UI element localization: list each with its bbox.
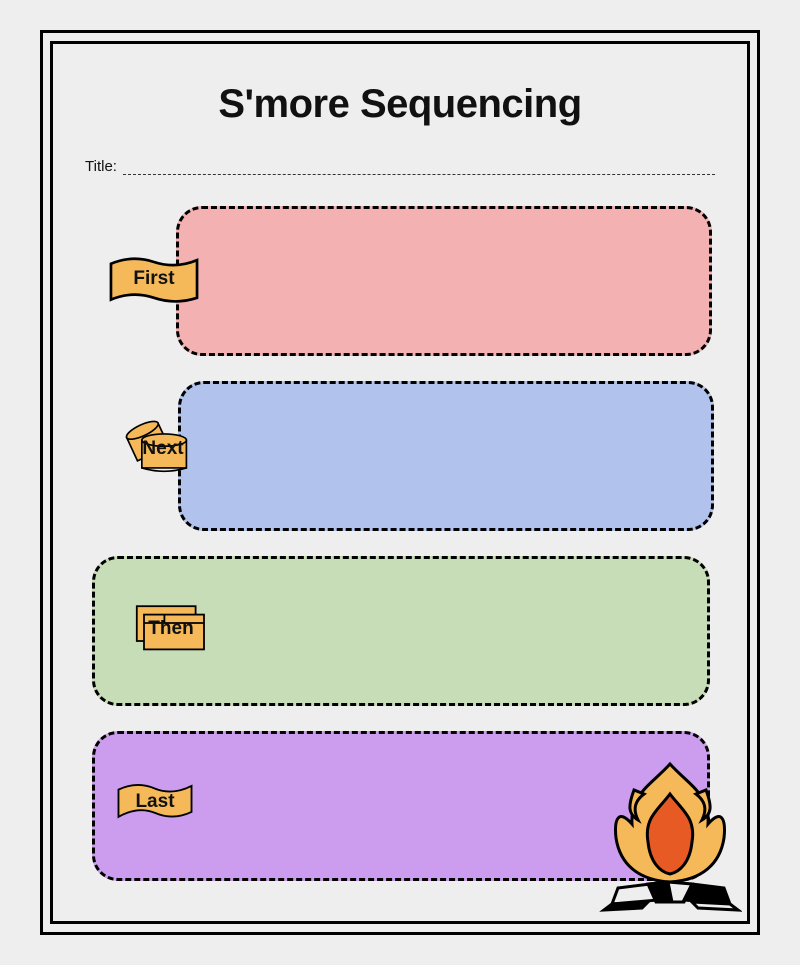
badge-first: First bbox=[106, 253, 202, 305]
step-box-next[interactable] bbox=[178, 381, 714, 531]
page-title: S'more Sequencing bbox=[0, 82, 800, 127]
badge-next: Next bbox=[124, 420, 202, 478]
badge-last-label: Last bbox=[135, 791, 174, 813]
badge-first-label: First bbox=[133, 268, 174, 290]
title-row: Title: bbox=[85, 158, 715, 175]
title-label: Title: bbox=[85, 158, 117, 175]
badge-next-label: Next bbox=[142, 438, 183, 460]
badge-then: Then bbox=[128, 605, 214, 653]
campfire-icon bbox=[598, 754, 742, 912]
title-input-line[interactable] bbox=[123, 163, 715, 175]
badge-last: Last bbox=[116, 778, 194, 826]
step-box-first[interactable] bbox=[176, 206, 712, 356]
badge-then-label: Then bbox=[148, 618, 193, 640]
